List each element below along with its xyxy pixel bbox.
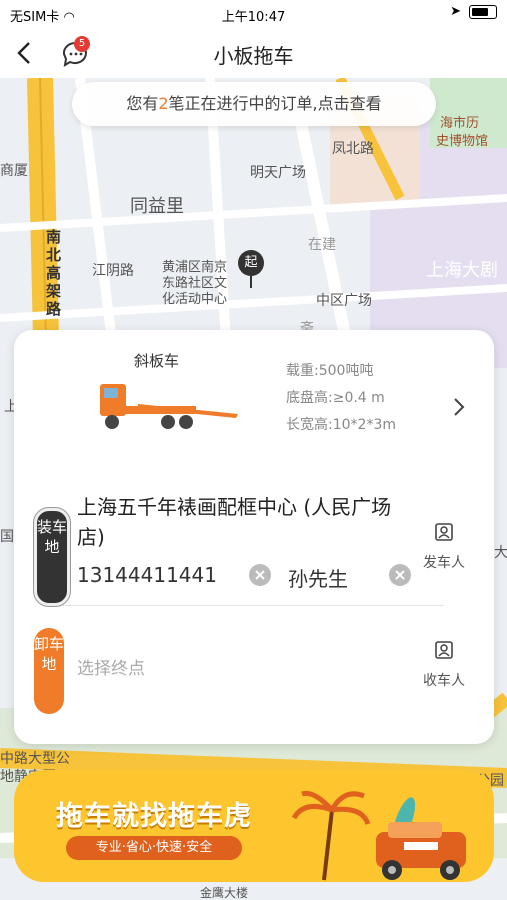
- status-bar: 无SIM卡 ◠ 上午10:47 ➤: [0, 0, 507, 28]
- map-label: 在建: [308, 237, 336, 253]
- pickup-tag: 装车地: [33, 507, 71, 607]
- vehicle-specs: 载重:500吨吨 底盘高:≥0.4 m 长宽高:10*2*3m: [286, 358, 396, 439]
- map-label: 江阴路: [92, 263, 134, 279]
- divider: [62, 605, 444, 606]
- map-label: 海市历: [440, 116, 480, 131]
- destination-input[interactable]: 选择终点: [77, 654, 145, 679]
- promo-subtitle: 专业·省心·快速·安全: [66, 836, 242, 860]
- page-title: 小板拖车: [213, 44, 294, 68]
- map-label: 中区广场: [316, 293, 372, 309]
- jeep-illustration: [291, 790, 466, 881]
- promo-banner[interactable]: 拖车就找拖车虎 专业·省心·快速·安全: [14, 770, 494, 882]
- location-icon: ➤: [450, 4, 461, 19]
- map-label: 南北高架路: [46, 228, 62, 318]
- map-label: 国: [0, 529, 14, 545]
- dropoff-tag: 卸车地: [34, 628, 64, 714]
- order-count: 2: [158, 94, 169, 113]
- order-panel: 斜板车 载重:500吨吨 底盘高:≥0.4 m 长宽高:10*2*3m 装车地 …: [14, 330, 494, 744]
- map-label: 上海大剧: [426, 260, 498, 281]
- clear-contact-icon[interactable]: [388, 563, 412, 587]
- pickup-phone-field[interactable]: 13144411441: [77, 563, 217, 587]
- map-label: 凤北路: [332, 141, 374, 157]
- banner-prefix: 您有: [126, 94, 159, 113]
- vehicle-type-name[interactable]: 斜板车: [134, 350, 179, 371]
- nav-bar: 5 小板拖车: [0, 28, 507, 78]
- receiver-label: 收车人: [423, 673, 465, 689]
- spec-size: 长宽高:10*2*3m: [286, 417, 396, 433]
- pickup-contact-field[interactable]: 孙先生: [288, 563, 348, 592]
- pickup-address[interactable]: 上海五千年裱画配框中心 (人民广场店): [77, 492, 417, 552]
- map-label: 中路大型公: [0, 751, 70, 767]
- map-label: 商厦: [0, 163, 28, 179]
- map-label: 史博物馆: [436, 134, 489, 149]
- start-pin-label: 起: [238, 250, 264, 276]
- promo-title: 拖车就找拖车虎: [56, 801, 252, 832]
- spec-load: 载重:500吨吨: [286, 363, 374, 379]
- banner-suffix: 笔正在进行中的订单,点击查看: [168, 94, 382, 113]
- ongoing-orders-banner[interactable]: 您有2笔正在进行中的订单,点击查看: [72, 82, 436, 126]
- clear-phone-icon[interactable]: [248, 563, 272, 587]
- spec-chassis: 底盘高:≥0.4 m: [286, 390, 385, 406]
- contact-card-icon: [435, 523, 453, 541]
- sender-button[interactable]: 发车人: [412, 522, 476, 572]
- map-label: 金鹰大楼: [200, 886, 249, 900]
- receiver-button[interactable]: 收车人: [412, 640, 476, 690]
- start-pin: 起: [238, 250, 268, 290]
- map-label: 大: [494, 545, 507, 561]
- battery-icon: [469, 4, 497, 19]
- map-label: 化活动中心: [162, 292, 228, 307]
- clock: 上午10:47: [221, 10, 286, 25]
- contact-card-icon: [435, 641, 453, 659]
- map-label: 同益里: [130, 196, 184, 217]
- chevron-right-icon[interactable]: [452, 396, 466, 418]
- map-label: 明天广场: [250, 165, 306, 181]
- sender-label: 发车人: [423, 555, 465, 571]
- flatbed-truck-icon: [100, 384, 238, 429]
